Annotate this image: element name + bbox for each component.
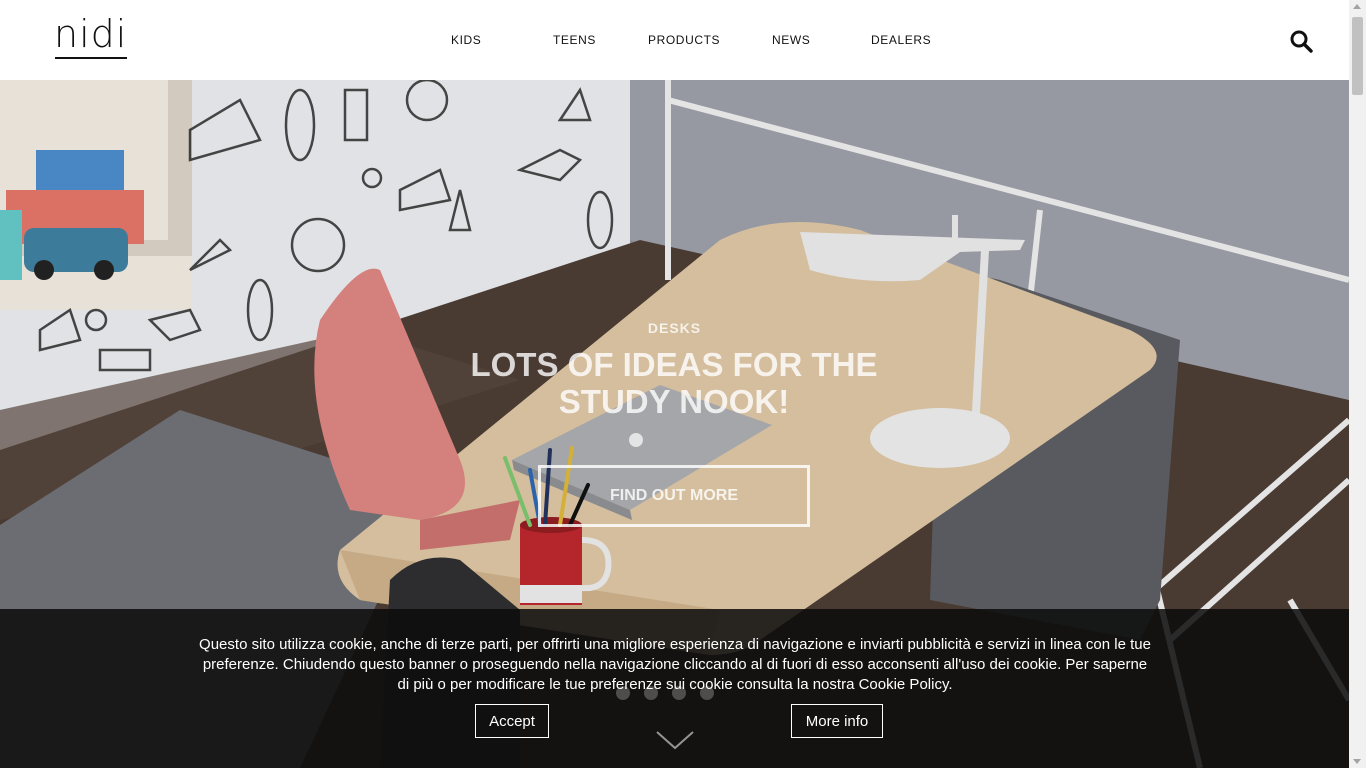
slider-dot[interactable] xyxy=(700,686,714,700)
scroll-up-icon[interactable] xyxy=(1353,4,1361,9)
nav-item-kids[interactable]: KIDS xyxy=(451,32,481,48)
slider-dot[interactable] xyxy=(616,686,630,700)
scrollbar[interactable] xyxy=(1349,0,1366,768)
slider-dot[interactable] xyxy=(672,686,686,700)
accept-cookies-button[interactable]: Accept xyxy=(475,704,549,738)
slider-dot[interactable] xyxy=(644,686,658,700)
hero-title: LOTS OF IDEAS FOR THE STUDY NOOK! xyxy=(470,346,878,420)
scrollbar-thumb[interactable] xyxy=(1352,17,1363,95)
more-info-button[interactable]: More info xyxy=(791,704,883,738)
nav-item-teens[interactable]: TEENS xyxy=(553,32,596,48)
find-out-more-button[interactable]: FIND OUT MORE xyxy=(538,465,810,527)
search-icon[interactable] xyxy=(1289,29,1313,53)
scroll-down-icon[interactable] xyxy=(1353,759,1361,764)
slider-dots xyxy=(616,686,714,700)
site-header: nidi KIDS TEENS PRODUCTS NEWS DEALERS xyxy=(0,0,1349,80)
nav-item-products[interactable]: PRODUCTS xyxy=(648,32,720,48)
site-logo[interactable]: nidi xyxy=(54,14,128,59)
nav-item-dealers[interactable]: DEALERS xyxy=(871,32,931,48)
hero-subtitle: DESKS xyxy=(647,320,702,336)
chevron-down-icon[interactable] xyxy=(655,728,695,752)
nav-item-news[interactable]: NEWS xyxy=(772,32,810,48)
